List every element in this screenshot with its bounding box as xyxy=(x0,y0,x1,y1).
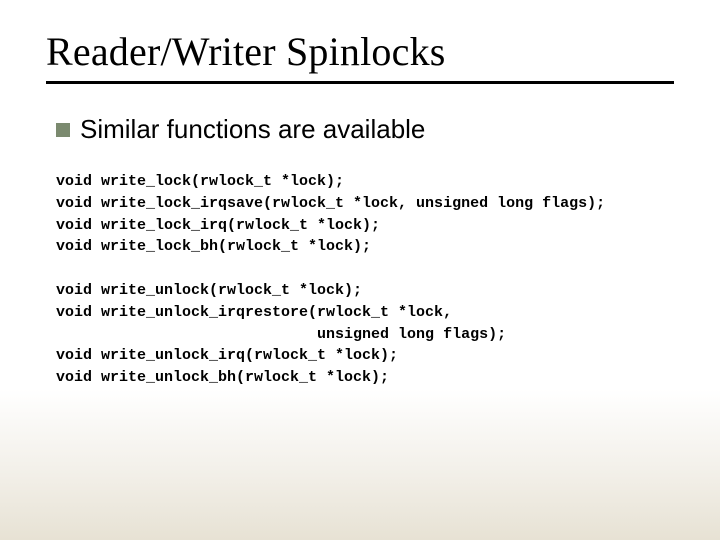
slide-title: Reader/Writer Spinlocks xyxy=(46,28,674,75)
bullet-text: Similar functions are available xyxy=(80,114,425,145)
title-underline xyxy=(46,81,674,84)
code-block-lock: void write_lock(rwlock_t *lock); void wr… xyxy=(56,171,674,258)
bullet-square-icon xyxy=(56,123,70,137)
code-block-unlock: void write_unlock(rwlock_t *lock); void … xyxy=(56,280,674,389)
slide: Reader/Writer Spinlocks Similar function… xyxy=(0,0,720,540)
bullet-item: Similar functions are available xyxy=(56,114,674,145)
